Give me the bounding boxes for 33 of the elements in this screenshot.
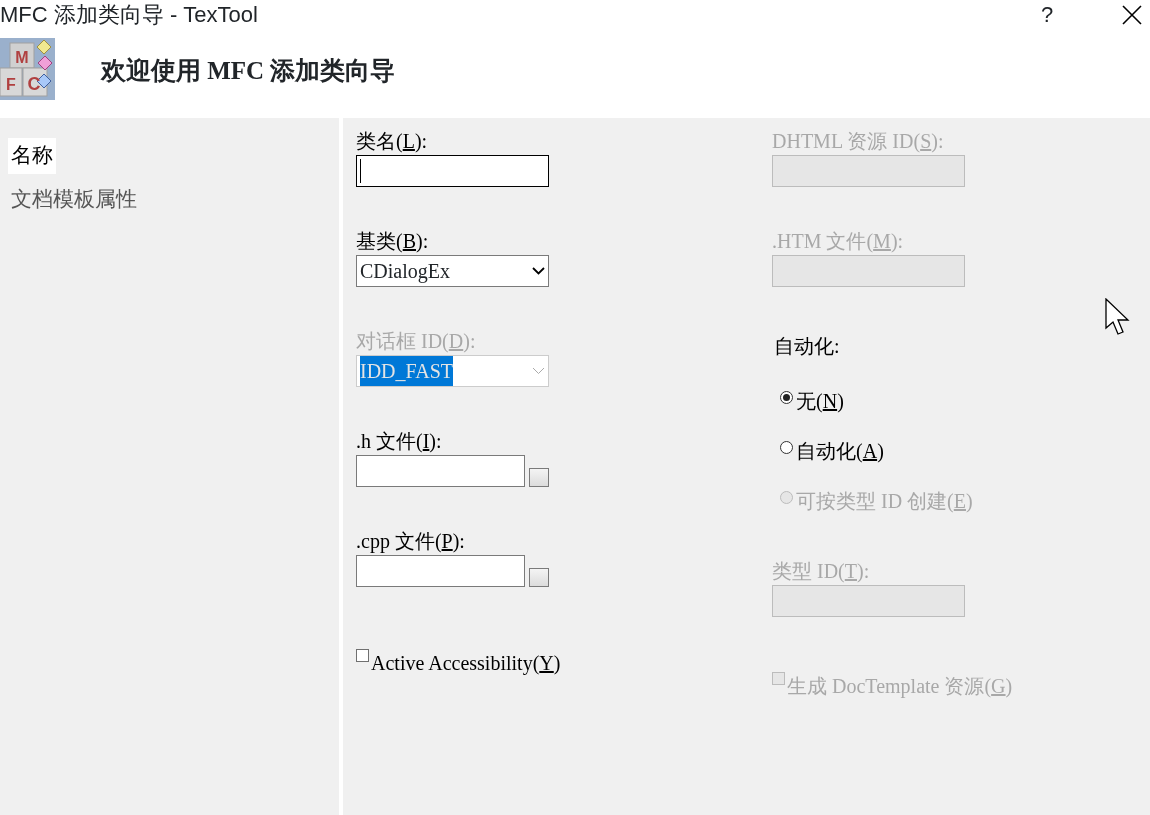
radio-button[interactable] (780, 441, 793, 454)
browse-button[interactable] (529, 468, 549, 487)
field-label: 自动化: (774, 334, 840, 359)
field-label: DHTML 资源 ID(S): (772, 129, 944, 154)
dropdown[interactable]: CDialogEx (356, 255, 549, 287)
field-label: 类型 ID(T): (772, 559, 870, 584)
radio-button[interactable] (780, 391, 793, 404)
text-field[interactable] (356, 555, 525, 587)
field-label: 对话框 ID(D): (356, 329, 476, 354)
sidebar-item[interactable]: 名称 (8, 138, 56, 174)
field-label: 类名(L): (356, 129, 428, 154)
text-field[interactable] (356, 155, 549, 187)
field-label: .cpp 文件(P): (356, 529, 465, 554)
chevron-icon (532, 267, 545, 275)
field-label: 自动化(A) (796, 439, 884, 464)
browse-button[interactable] (529, 568, 549, 587)
sidebar-item[interactable]: 文档模板属性 (8, 181, 140, 217)
header-title: 欢迎使用 MFC 添加类向导 (101, 56, 396, 87)
help-button[interactable]: ? (1032, 0, 1062, 30)
field-label: Active Accessibility(Y) (371, 651, 561, 676)
field-label: 无(N) (796, 389, 844, 414)
field-label: 可按类型 ID 创建(E) (796, 489, 973, 514)
mouse-pointer-icon (1105, 298, 1131, 336)
field-label: .h 文件(I): (356, 429, 442, 454)
logo-icon: M F C (0, 38, 55, 100)
field-label: 生成 DocTemplate 资源(G) (787, 674, 1013, 699)
close-icon[interactable] (1122, 5, 1142, 25)
field-label: .HTM 文件(M): (772, 229, 904, 254)
text-field[interactable] (356, 455, 525, 487)
chevron-icon (532, 367, 545, 375)
field-label: 基类(B): (356, 229, 429, 254)
window-title: MFC 添加类向导 - TexTool (0, 1, 259, 29)
checkbox[interactable] (356, 649, 369, 662)
